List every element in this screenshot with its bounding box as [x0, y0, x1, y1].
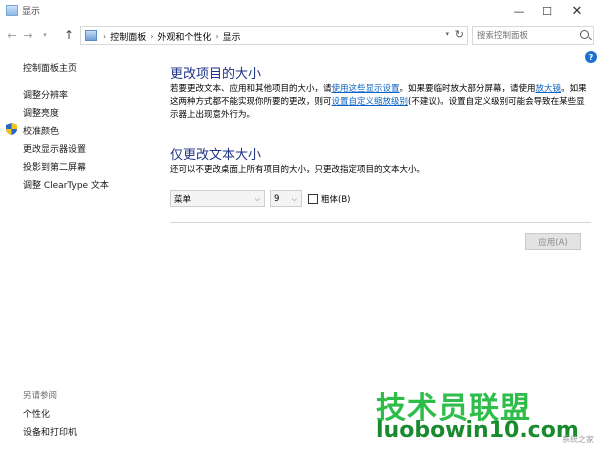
sidebar-item-cleartype[interactable]: 调整 ClearType 文本 — [23, 178, 109, 191]
watermark-url: luobowin10.com — [376, 418, 579, 443]
breadcrumb-separator-icon[interactable]: › — [150, 32, 153, 41]
search-input[interactable] — [473, 27, 573, 44]
see-also-heading: 另请参阅 — [23, 391, 58, 401]
sidebar-item-adjust-brightness[interactable]: 调整亮度 — [23, 106, 59, 119]
recent-locations-chevron-icon[interactable]: ▾ — [38, 27, 52, 43]
chevron-down-icon: ⌵ — [254, 195, 260, 203]
breadcrumb-display[interactable]: 显示 — [223, 30, 241, 43]
uac-shield-icon — [6, 123, 17, 135]
up-arrow-icon[interactable]: ↑ — [62, 27, 76, 43]
watermark-logo: 系统之家 — [562, 435, 594, 444]
text-size-description: 还可以不更改桌面上所有项目的大小，只更改指定项目的文本大小。 — [170, 165, 426, 175]
change-size-description: 若要更改文本、应用和其他项目的大小，请使用这些显示设置。如果要临时放大部分屏幕，… — [170, 83, 592, 122]
desc-text-1: 若要更改文本、应用和其他项目的大小，请 — [170, 84, 332, 94]
navigation-bar: ← → ▾ ↑ › 控制面板 › 外观和个性化 › 显示 ▾ ↻ — [0, 24, 600, 46]
divider — [170, 222, 591, 223]
item-type-select-value: 菜单 — [174, 194, 192, 205]
breadcrumb: › 控制面板 › 外观和个性化 › 显示 — [103, 30, 241, 43]
display-settings-link[interactable]: 使用这些显示设置 — [332, 84, 400, 94]
bold-checkbox-label[interactable]: 粗体(B) — [321, 193, 350, 205]
address-dropdown-chevron-icon[interactable]: ▾ — [445, 30, 449, 38]
magnifier-link[interactable]: 放大镜 — [536, 84, 562, 94]
bold-checkbox[interactable] — [308, 194, 318, 204]
item-type-select[interactable]: 菜单 ⌵ — [170, 190, 265, 207]
help-icon[interactable]: ? — [585, 51, 597, 63]
breadcrumb-separator-icon[interactable]: › — [103, 32, 106, 41]
control-panel-icon — [85, 30, 97, 41]
see-also-devices-printers[interactable]: 设备和打印机 — [23, 425, 77, 438]
search-box[interactable] — [472, 26, 594, 45]
window-title: 显示 — [22, 7, 41, 17]
sidebar-item-calibrate-color[interactable]: 校准颜色 — [23, 124, 59, 137]
desc-text-2: 。如果要临时放大部分屏幕，请使用 — [399, 84, 536, 94]
address-bar[interactable]: › 控制面板 › 外观和个性化 › 显示 ▾ ↻ — [80, 26, 468, 45]
sidebar-item-adjust-resolution[interactable]: 调整分辨率 — [23, 88, 68, 101]
refresh-icon[interactable]: ↻ — [455, 28, 464, 41]
see-also-personalization[interactable]: 个性化 — [23, 407, 50, 420]
minimize-button[interactable]: — — [504, 0, 534, 22]
custom-scaling-link[interactable]: 设置自定义缩放级别 — [332, 97, 409, 107]
forward-arrow-icon[interactable]: → — [21, 27, 35, 43]
breadcrumb-appearance[interactable]: 外观和个性化 — [157, 30, 211, 43]
change-item-size-heading: 更改项目的大小 — [170, 67, 262, 82]
breadcrumb-separator-icon[interactable]: › — [215, 32, 218, 41]
maximize-button[interactable]: ☐ — [532, 0, 562, 22]
sidebar-item-change-display-settings[interactable]: 更改显示器设置 — [23, 142, 86, 155]
close-button[interactable]: ✕ — [562, 0, 592, 22]
back-arrow-icon[interactable]: ← — [5, 27, 19, 43]
sidebar-item-project-second-screen[interactable]: 投影到第二屏幕 — [23, 160, 86, 173]
text-size-select-value: 9 — [274, 193, 280, 204]
display-app-icon — [6, 5, 18, 16]
text-size-select[interactable]: 9 ⌵ — [270, 190, 302, 207]
search-icon[interactable] — [580, 30, 589, 39]
chevron-down-icon: ⌵ — [291, 195, 297, 203]
sidebar-control-panel-home[interactable]: 控制面板主页 — [23, 61, 77, 74]
breadcrumb-control-panel[interactable]: 控制面板 — [110, 30, 146, 43]
sidebar: 控制面板主页 调整分辨率 调整亮度 校准颜色 更改显示器设置 投影到第二屏幕 调… — [0, 56, 160, 452]
text-size-heading: 仅更改文本大小 — [170, 148, 262, 163]
title-bar: 显示 — ☐ ✕ — [0, 0, 600, 22]
apply-button[interactable]: 应用(A) — [525, 233, 581, 250]
